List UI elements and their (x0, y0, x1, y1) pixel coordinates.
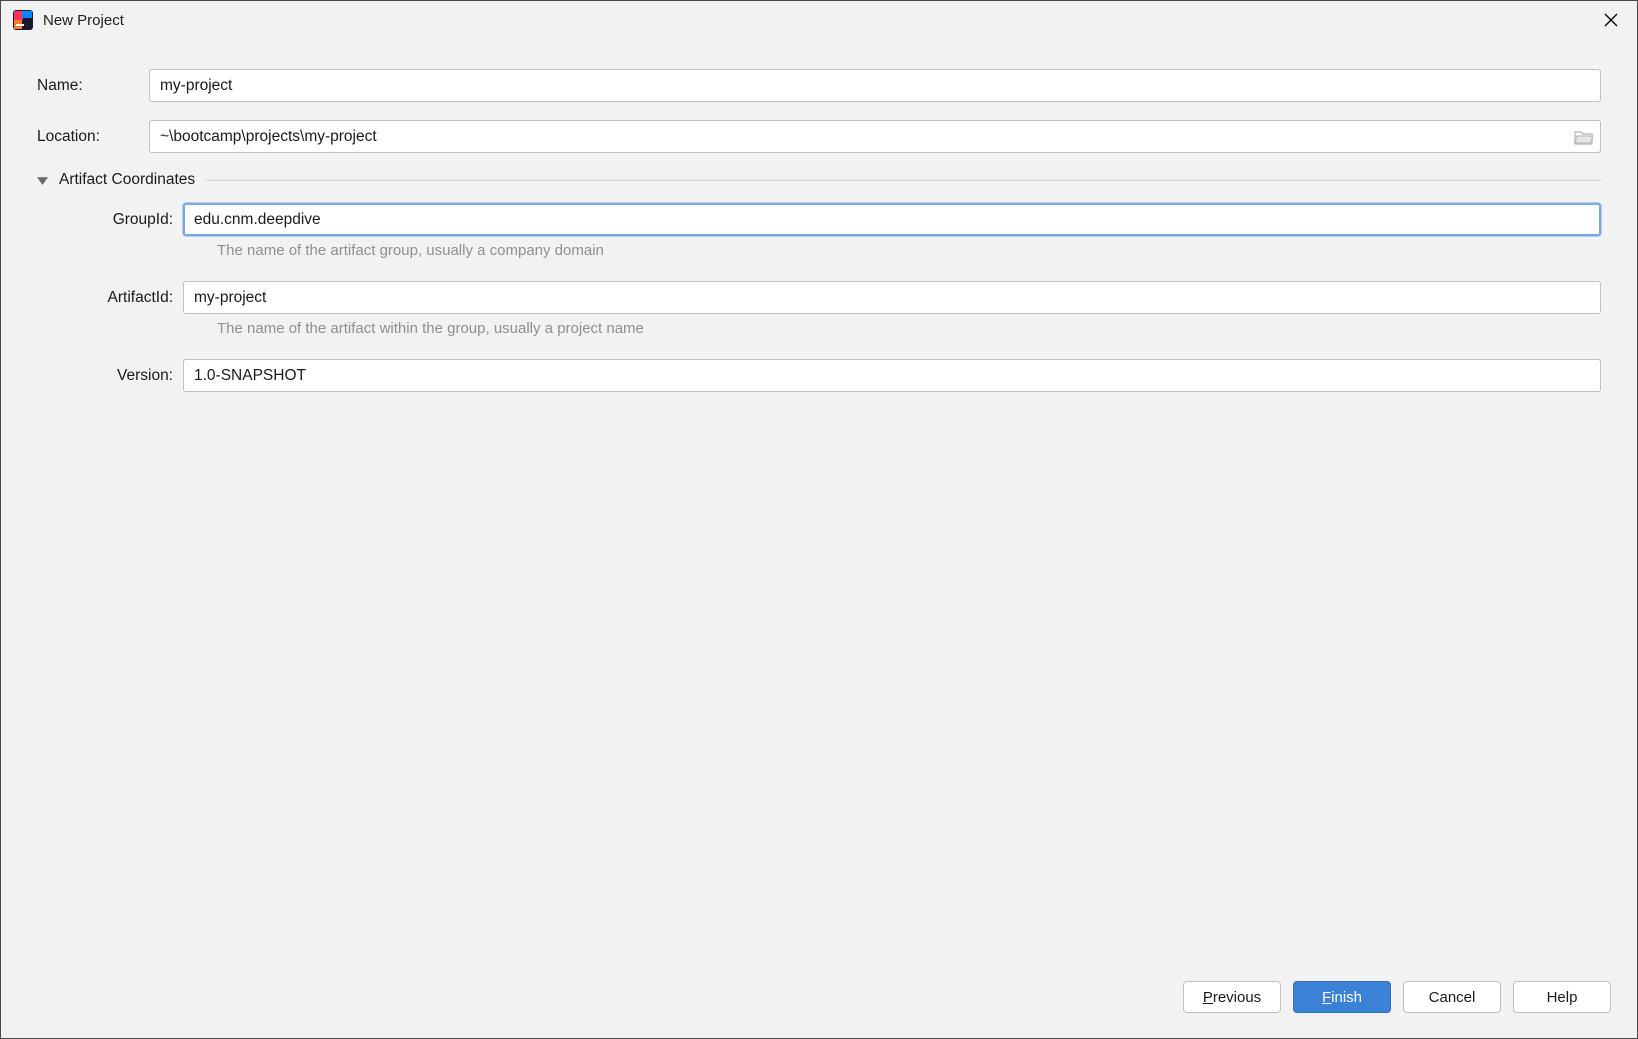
dialog-content: Name: Location: Artifact Coordinates (1, 39, 1637, 974)
artifactid-hint: The name of the artifact within the grou… (217, 320, 1601, 337)
location-label: Location: (37, 128, 149, 146)
close-icon[interactable] (1593, 5, 1629, 35)
artifact-coordinates-title: Artifact Coordinates (59, 171, 195, 189)
name-label: Name: (37, 77, 149, 95)
version-input[interactable] (183, 359, 1601, 392)
groupid-hint: The name of the artifact group, usually … (217, 242, 1601, 259)
chevron-down-icon (37, 175, 53, 186)
artifact-coordinates-panel: GroupId: The name of the artifact group,… (71, 203, 1601, 392)
previous-button[interactable]: Previous (1183, 981, 1281, 1013)
groupid-input[interactable] (183, 203, 1601, 236)
dialog-footer: Previous Finish Cancel Help (1, 974, 1637, 1038)
artifact-coordinates-toggle[interactable]: Artifact Coordinates (37, 171, 1601, 189)
cancel-button[interactable]: Cancel (1403, 981, 1501, 1013)
section-divider (205, 180, 1601, 181)
intellij-icon (13, 10, 33, 30)
artifactid-input[interactable] (183, 281, 1601, 314)
help-button[interactable]: Help (1513, 981, 1611, 1013)
artifactid-label: ArtifactId: (71, 289, 183, 307)
title-bar: New Project (1, 1, 1637, 39)
new-project-dialog: New Project Name: Location: (0, 0, 1638, 1039)
location-input[interactable] (149, 120, 1601, 153)
finish-button[interactable]: Finish (1293, 981, 1391, 1013)
window-title: New Project (43, 12, 124, 29)
folder-open-icon[interactable] (1573, 128, 1595, 146)
version-label: Version: (71, 367, 183, 385)
groupid-label: GroupId: (71, 211, 183, 229)
name-input[interactable] (149, 69, 1601, 102)
